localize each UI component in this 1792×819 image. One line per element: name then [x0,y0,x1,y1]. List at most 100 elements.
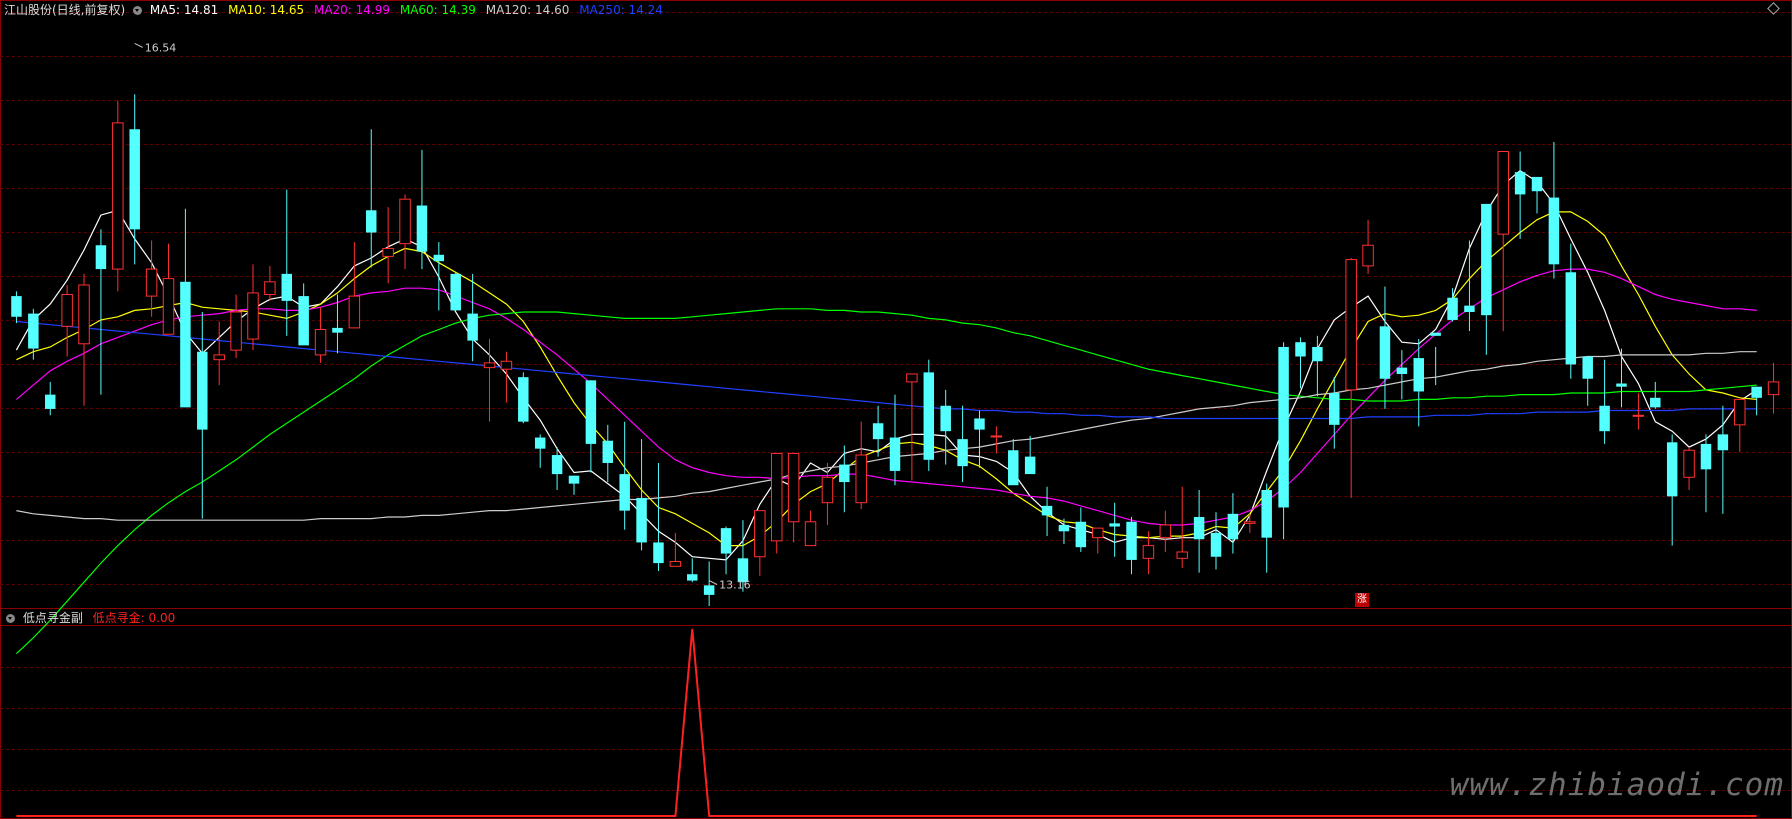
candle-body-down [619,474,630,511]
low-annotation-pointer [708,580,718,586]
candle-body-up [61,294,73,327]
candle-body-down [95,245,107,270]
candle-body-down [1717,434,1729,451]
candle-body-up [213,354,225,361]
ma5-label: MA5: 14.81 [149,3,219,17]
candle-body-up [1734,398,1746,426]
candle-body-down [1379,326,1391,379]
candle-body-up [500,360,513,370]
candle-body-up [669,561,682,567]
candle-body-up [1362,244,1374,267]
candle-body-down [1227,513,1239,540]
candle-body-up [314,328,327,356]
candle-body-down [889,437,901,471]
candle-body-up [348,295,361,329]
candle-body-down [1650,397,1661,408]
candle-body-down [1058,524,1070,532]
candle-body-down [703,585,715,595]
candle-body-down [1548,197,1560,265]
candle-body-down [1700,443,1712,470]
candle-body-down [129,129,140,230]
candle-body-up [990,435,1003,438]
candle-body-down [1751,386,1762,398]
candle-body-down [518,377,529,422]
candle-body-down [1261,489,1272,538]
candle-body-down [568,475,580,484]
candle-body-down [1413,358,1424,392]
candle-body-up [1767,381,1780,396]
candle-body-up [754,510,766,558]
candle-body-down [1295,342,1306,357]
candle-body-down [1531,176,1543,192]
candle-body-down [551,455,563,475]
candle-body-up [821,476,834,504]
indicator-value: 低点寻金: 0.00 [92,611,176,625]
candle-body-up [162,278,175,335]
stock-title: 江山股份(日线,前复权) [4,3,126,17]
candle-body-down [1312,346,1323,362]
candle-body-down [1514,172,1526,195]
candle-body-down [974,418,985,430]
candle-body-up [1176,551,1188,559]
candle-body-up [1683,449,1695,478]
candle-body-up [855,454,867,504]
candle-body-down [45,394,56,409]
ma60-label: MA60: 14.39 [399,3,476,17]
candle-body-down [1599,405,1610,432]
candle-body-down [1041,505,1053,516]
chevron-down-icon[interactable] [6,614,15,623]
candle-body-down [332,327,343,333]
candle-body-up [1159,524,1172,539]
ma20-label: MA20: 14.99 [313,3,391,17]
candle-body-down [180,281,191,408]
candle-body-down [1109,523,1120,527]
candle-body-down [1565,272,1577,365]
high-annotation-label: 16.54 [145,41,177,54]
candle-body-down [1616,383,1627,387]
ma-line-ma60 [15,308,1757,655]
candle-body-up [1142,545,1155,559]
watermark: www.zhibiaodi.com [1449,767,1784,803]
candle-body-up [1497,150,1509,235]
candle-body-down [1075,521,1087,548]
candle-body-down [1464,305,1475,312]
candle-body-down [636,497,647,543]
candle-body-down [1278,346,1289,508]
candle-body-up [483,362,496,369]
candle-body-down [940,405,951,432]
candle-body-down [416,205,428,252]
ma-line-ma120 [16,351,1757,521]
low-annotation-label: 13.16 [719,579,751,592]
candle-body-down [1193,517,1205,540]
candle-body-down [1024,456,1036,475]
ma-line-ma20 [16,268,1757,526]
candle-body-down [687,574,698,581]
outer-frame [0,0,1792,819]
candle-body-down [11,296,22,317]
candle-body-down [1329,393,1340,425]
candle-body-down [585,380,597,444]
candle-body-up [247,292,259,340]
candle-body-down [433,254,445,262]
ma-line-ma5 [15,169,1758,561]
ma10-label: MA10: 14.65 [228,3,305,17]
ma-line-ma250 [16,320,1757,420]
candle-body-up [78,284,90,345]
candle-body-down [872,423,884,440]
candle-body-down [1126,521,1137,560]
candle-body-up [382,247,394,257]
candle-body-up [1345,259,1357,391]
chevron-down-icon[interactable] [133,6,143,15]
candle-body-up [804,521,817,547]
candle-body-down [602,440,614,463]
ma-line-ma10 [16,211,1757,547]
ma250-label: MA250: 14.24 [579,3,663,17]
candle-body-up [1244,521,1256,524]
ma120-label: MA120: 14.60 [485,3,570,17]
candle-body-down [653,542,664,564]
candle-body-down [720,528,732,554]
high-annotation-pointer [134,42,143,48]
candle-body-up [399,198,411,245]
candle-body-down [923,372,935,460]
candle-body-up [906,373,918,383]
